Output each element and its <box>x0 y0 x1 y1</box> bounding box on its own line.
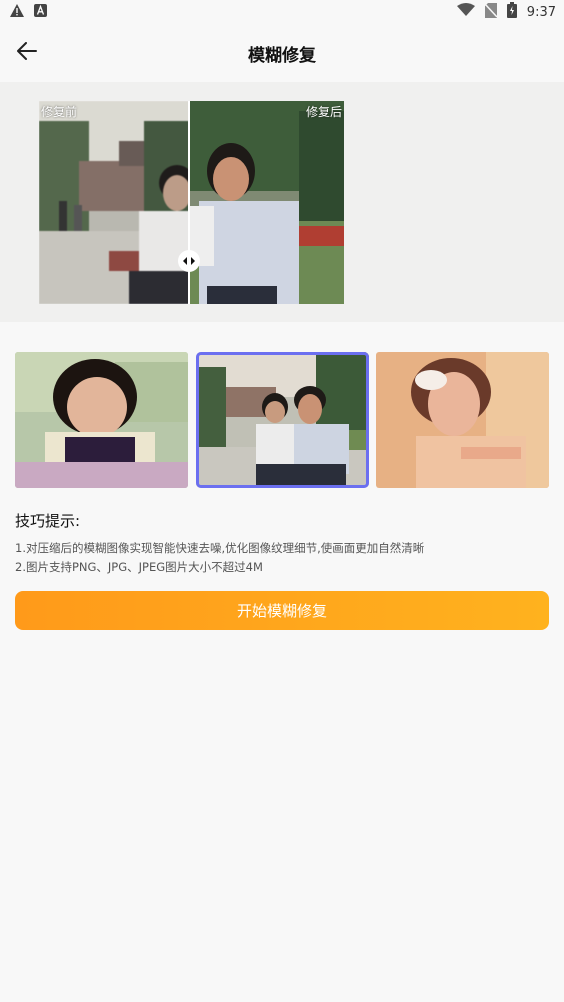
wifi-icon <box>456 3 475 21</box>
app-bar: 模糊修复 <box>0 24 564 82</box>
tip-line-1: 1.对压缩后的模糊图像实现智能快速去噪,优化图像纹理细节,使画面更加自然清晰 <box>15 541 425 555</box>
start-repair-button[interactable]: 开始模糊修复 <box>15 591 549 630</box>
after-label: 修复后 <box>305 105 342 119</box>
compare-drag-handle-icon[interactable] <box>178 250 200 272</box>
tip-line-2: 2.图片支持PNG、JPG、JPEG图片大小不超过4M <box>15 560 263 574</box>
sample-thumb-park[interactable] <box>196 352 369 488</box>
back-button[interactable] <box>10 36 44 70</box>
before-image <box>39 101 195 304</box>
status-bar: 9:37 <box>0 0 564 24</box>
battery-icon <box>506 2 517 22</box>
page-title: 模糊修复 <box>248 45 316 66</box>
sample-thumbnails <box>15 352 549 488</box>
compare-divider[interactable] <box>188 101 190 304</box>
sample-thumb-bride[interactable] <box>376 352 549 488</box>
before-label: 修复前 <box>41 105 78 119</box>
warning-icon <box>10 3 24 21</box>
tips-title: 技巧提示: <box>15 512 81 530</box>
sample-thumb-child[interactable] <box>15 352 188 488</box>
a-badge-icon <box>34 3 47 21</box>
compare-preview[interactable]: 修复前 修复后 <box>39 101 344 304</box>
after-image <box>189 101 344 304</box>
arrow-left-icon <box>17 42 37 64</box>
no-sim-icon <box>484 2 498 22</box>
preview-area: 修复前 修复后 <box>0 82 564 322</box>
tips-section: 技巧提示: 1.对压缩后的模糊图像实现智能快速去噪,优化图像纹理细节,使画面更加… <box>15 510 549 577</box>
clock-time: 9:37 <box>526 4 556 20</box>
